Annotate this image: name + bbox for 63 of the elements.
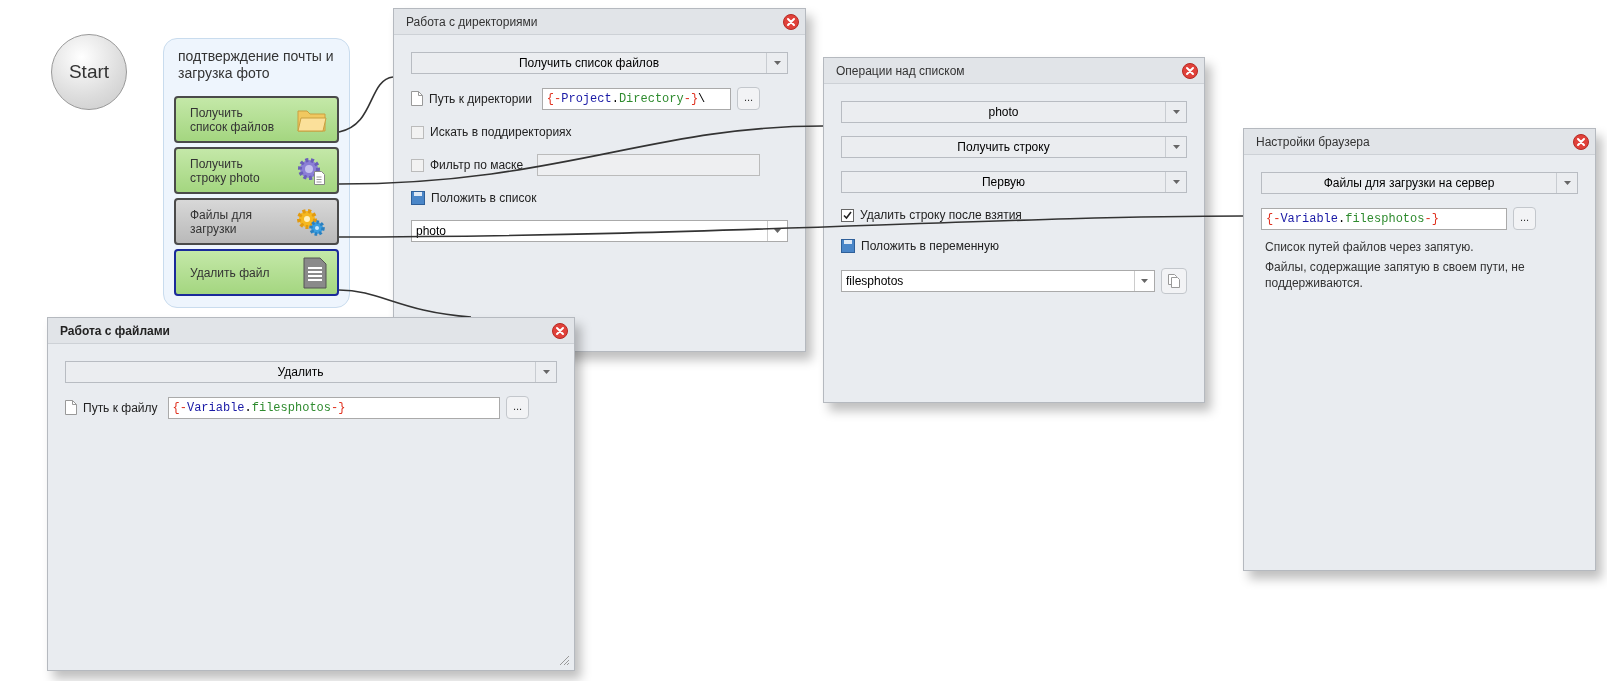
field-label: Положить в список bbox=[431, 190, 537, 207]
dropdown-arrow-icon bbox=[1563, 181, 1571, 185]
combo-field[interactable]: photo bbox=[411, 220, 788, 242]
mask-field[interactable] bbox=[537, 154, 760, 176]
code-text: {-Variable.filesphotos-} bbox=[172, 399, 346, 417]
dropdown[interactable]: Файлы для загрузки на сервер bbox=[1261, 172, 1578, 194]
window-title: Работа с директориями bbox=[406, 13, 538, 31]
hint-text: Файлы, содержащие запятую в своем пути, не поддерживаются. bbox=[1265, 259, 1526, 291]
hint-text: Список путей файлов через запятую. bbox=[1265, 239, 1475, 255]
dropdown-arrow-icon bbox=[1172, 180, 1180, 184]
dropdown-arrow-icon bbox=[542, 370, 550, 374]
code-text: {-Variable.filesphotos-} bbox=[1266, 210, 1439, 228]
close-icon[interactable] bbox=[783, 13, 799, 30]
combo-field[interactable]: filesphotos bbox=[841, 270, 1155, 292]
checkbox[interactable] bbox=[411, 125, 424, 139]
check-icon bbox=[843, 210, 852, 220]
copy-icon bbox=[1168, 274, 1180, 288]
code-text: {-Project.Directory-}\ bbox=[546, 90, 706, 108]
dropdown-arrow-icon bbox=[1172, 145, 1180, 149]
dropdown-arrow-icon bbox=[774, 229, 781, 233]
path-field[interactable]: {-Variable.filesphotos-} bbox=[167, 396, 500, 419]
dropdown[interactable]: Удалить bbox=[65, 361, 557, 383]
field-label: Путь к директории bbox=[429, 90, 532, 108]
dropdown-arrow-icon bbox=[1141, 279, 1148, 283]
field-label: Положить в переменную bbox=[861, 238, 999, 255]
window-title: Настройки браузера bbox=[1256, 133, 1370, 151]
dropdown[interactable]: Получить список файлов bbox=[411, 52, 788, 74]
close-icon[interactable] bbox=[1182, 62, 1198, 79]
checkbox[interactable] bbox=[411, 158, 424, 172]
resize-grip-icon[interactable] bbox=[559, 655, 570, 666]
browse-button[interactable]: ... bbox=[506, 396, 529, 419]
document-icon bbox=[303, 256, 327, 289]
folder-icon bbox=[297, 107, 327, 132]
checkbox-label: Фильтр по маске bbox=[430, 157, 524, 174]
path-field[interactable]: {-Project.Directory-}\ bbox=[541, 87, 731, 110]
checkbox-label: Искать в поддиректориях bbox=[430, 124, 572, 141]
action-node[interactable]: Получить список файлов bbox=[174, 96, 339, 143]
floppy-icon bbox=[841, 239, 855, 253]
checkbox-label: Удалить строку после взятия bbox=[860, 207, 1022, 224]
file-icon bbox=[65, 400, 77, 415]
gear-document-icon bbox=[297, 155, 327, 186]
dropdown[interactable]: photo bbox=[841, 101, 1187, 123]
start-node[interactable]: Start bbox=[51, 34, 127, 110]
field-label: Путь к файлу bbox=[83, 399, 158, 417]
dropdown[interactable]: Первую bbox=[841, 171, 1187, 193]
checkbox[interactable] bbox=[841, 208, 854, 222]
copy-button[interactable] bbox=[1161, 268, 1187, 294]
browse-button[interactable]: ... bbox=[1513, 207, 1536, 230]
group-title: подтверждение почты и загрузка фото bbox=[177, 48, 335, 82]
path-field[interactable]: {-Variable.filesphotos-} bbox=[1261, 207, 1507, 230]
file-icon bbox=[411, 91, 423, 106]
dropdown-arrow-icon bbox=[1172, 110, 1180, 114]
action-node[interactable]: Получить строку photo bbox=[174, 147, 339, 194]
action-node[interactable]: Удалить файл bbox=[174, 249, 339, 296]
browse-button[interactable]: ... bbox=[737, 87, 760, 110]
dropdown-arrow-icon bbox=[773, 61, 781, 65]
close-icon[interactable] bbox=[1573, 133, 1589, 150]
close-icon[interactable] bbox=[552, 322, 568, 339]
window-title: Операции над списком bbox=[836, 62, 965, 80]
floppy-icon bbox=[411, 191, 425, 205]
dropdown[interactable]: Получить строку bbox=[841, 136, 1187, 158]
window-title: Работа с файлами bbox=[60, 322, 170, 340]
gears-icon bbox=[295, 206, 327, 237]
